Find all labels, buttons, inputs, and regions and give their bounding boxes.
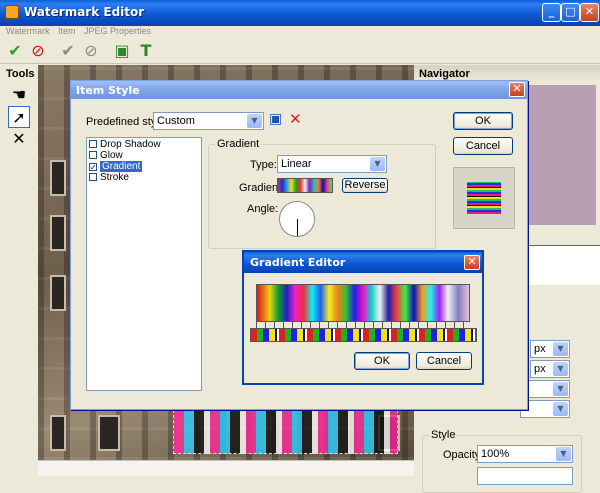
chevron-down-icon: ▼ [556, 447, 571, 461]
unit-select-2[interactable]: px ▼ [530, 360, 570, 378]
gradient-group-label: Gradient [215, 138, 262, 150]
item-style-title: Item Style [76, 84, 140, 97]
select-tool-icon[interactable]: ➚ [8, 106, 30, 128]
cross-tool-icon[interactable]: ✕ [8, 128, 30, 150]
navigator-title: Navigator [419, 68, 470, 80]
style-select[interactable] [477, 467, 573, 485]
gradient-editor-cancel-button[interactable]: Cancel [416, 352, 472, 370]
chevron-down-icon: ▼ [370, 157, 385, 171]
save-style-icon[interactable]: ▣ [269, 111, 282, 127]
add-text-icon[interactable]: T [136, 41, 156, 61]
item-style-title-bar: Item Style ✕ [71, 81, 527, 99]
type-label: Type: [250, 159, 277, 171]
minimize-button[interactable]: _ [542, 3, 561, 22]
list-item[interactable]: Stroke [89, 172, 129, 184]
chevron-down-icon: ▼ [247, 114, 262, 128]
app-icon [5, 5, 19, 19]
main-title-bar: Watermark Editor _ □ ✕ [0, 0, 600, 26]
angle-label: Angle: [247, 203, 279, 215]
gradient-editor-dialog: Gradient Editor ✕ OK Cancel [242, 250, 484, 385]
reverse-button[interactable]: Reverse [342, 178, 388, 193]
style-group-label: Style [429, 429, 458, 441]
gradient-color-stops[interactable] [250, 328, 477, 342]
horizontal-scrollbar[interactable] [38, 460, 414, 476]
hand-tool-icon[interactable]: ☚ [8, 84, 30, 106]
item-style-close-button[interactable]: ✕ [509, 82, 525, 97]
effects-list: Drop Shadow Glow ✓ Gradient Stroke [86, 137, 202, 391]
gradient-type-select[interactable]: Linear ▼ [277, 155, 387, 173]
chevron-down-icon: ▼ [553, 362, 568, 376]
menu-jpeg-properties[interactable]: JPEG Properties [84, 26, 151, 36]
apply-check-disabled-icon[interactable]: ✔ [58, 41, 78, 61]
unit-select-1[interactable]: px ▼ [530, 340, 570, 358]
item-style-ok-button[interactable]: OK [453, 112, 513, 130]
chevron-down-icon: ▼ [553, 402, 568, 416]
gradient-swatch[interactable] [277, 178, 333, 193]
angle-dial[interactable] [279, 201, 315, 237]
style-preview-swatch [467, 182, 501, 214]
menu-bar: Watermark Item JPEG Properties [0, 26, 600, 38]
gradient-editor-title: Gradient Editor [250, 256, 346, 269]
item-style-cancel-button[interactable]: Cancel [453, 137, 513, 155]
chevron-down-icon: ▼ [553, 342, 568, 356]
close-button[interactable]: ✕ [580, 3, 599, 22]
menu-watermark[interactable]: Watermark [6, 26, 50, 36]
chevron-down-icon: ▼ [553, 382, 568, 396]
style-preview [453, 167, 515, 229]
predefined-style-select[interactable]: Custom ▼ [153, 112, 264, 130]
tools-label: Tools [6, 68, 35, 80]
cancel-no-disabled-icon[interactable]: ⊘ [81, 41, 101, 61]
opacity-select[interactable]: 100% ▼ [477, 445, 573, 463]
watermark-text-item[interactable] [173, 410, 398, 454]
gradient-editor-title-bar: Gradient Editor ✕ [244, 252, 482, 273]
style-group: Style Opacity: 100% ▼ [422, 429, 582, 493]
delete-style-icon[interactable]: ✕ [289, 110, 302, 128]
cancel-no-icon[interactable]: ⊘ [28, 41, 48, 61]
gradient-editor-close-button[interactable]: ✕ [464, 255, 480, 270]
maximize-button[interactable]: □ [561, 3, 580, 22]
angle-dial-needle [297, 219, 298, 236]
apply-check-icon[interactable]: ✔ [5, 41, 25, 61]
window-title: Watermark Editor [24, 5, 145, 19]
add-image-icon[interactable]: ▣ [112, 41, 132, 61]
gradient-editor-ok-button[interactable]: OK [354, 352, 410, 370]
gradient-preview-bar[interactable] [256, 284, 470, 322]
menu-item[interactable]: Item [58, 26, 76, 36]
gradient-group: Gradient Type: Linear ▼ Gradient: Reverse… [208, 138, 436, 249]
